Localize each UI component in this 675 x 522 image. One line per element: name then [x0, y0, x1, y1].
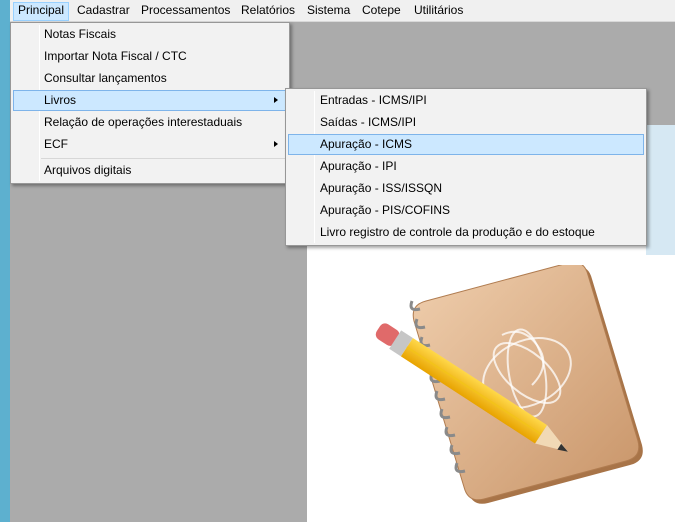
window-edge [0, 0, 10, 522]
menu-item-label: Livros [44, 93, 77, 107]
menu-principal[interactable]: Principal [13, 2, 70, 21]
menu-sistema[interactable]: Sistema [303, 2, 354, 21]
livros-submenu: Entradas - ICMS/IPI Saídas - ICMS/IPI Ap… [285, 88, 647, 246]
menu-item-label: Notas Fiscais [44, 27, 117, 41]
menu-item-label: Entradas - ICMS/IPI [320, 93, 427, 107]
menu-item-arquivos-digitais[interactable]: Arquivos digitais [13, 160, 287, 181]
menu-item-ecf[interactable]: ECF [13, 134, 287, 155]
submenu-item-apuracao-iss[interactable]: Apuração - ISS/ISSQN [288, 178, 644, 199]
submenu-item-entradas-icms-ipi[interactable]: Entradas - ICMS/IPI [288, 90, 644, 111]
menu-item-label: Relação de operações interestaduais [44, 115, 243, 129]
menu-relatorios[interactable]: Relatórios [237, 2, 299, 21]
decorative-band [646, 125, 675, 255]
principal-dropdown: Notas Fiscais Importar Nota Fiscal / CTC… [10, 22, 290, 184]
menu-item-livros[interactable]: Livros [13, 90, 287, 111]
menu-item-label: Consultar lançamentos [44, 71, 167, 85]
menu-item-consultar-lancamentos[interactable]: Consultar lançamentos [13, 68, 287, 89]
notebook-pencil-icon [375, 265, 643, 504]
menu-bar: Principal Cadastrar Processamentos Relat… [10, 0, 675, 22]
menu-item-label: Arquivos digitais [44, 163, 132, 177]
submenu-item-apuracao-ipi[interactable]: Apuração - IPI [288, 156, 644, 177]
menu-item-importar-nota-fiscal[interactable]: Importar Nota Fiscal / CTC [13, 46, 287, 67]
menu-cotepe[interactable]: Cotepe [358, 2, 405, 21]
menu-item-label: Saídas - ICMS/IPI [320, 115, 417, 129]
menu-item-label: Importar Nota Fiscal / CTC [44, 49, 187, 63]
menu-utilitarios[interactable]: Utilitários [410, 2, 467, 21]
menu-item-label: Apuração - PIS/COFINS [320, 203, 451, 217]
menu-separator [41, 158, 287, 159]
submenu-item-apuracao-pis-cofins[interactable]: Apuração - PIS/COFINS [288, 200, 644, 221]
menu-item-label: Livro registro de controle da produção e… [320, 225, 595, 239]
menu-cadastrar[interactable]: Cadastrar [73, 2, 134, 21]
submenu-item-saidas-icms-ipi[interactable]: Saídas - ICMS/IPI [288, 112, 644, 133]
chevron-right-icon [274, 97, 278, 103]
submenu-item-livro-registro-producao[interactable]: Livro registro de controle da produção e… [288, 222, 644, 243]
menu-item-label: ECF [44, 137, 68, 151]
menu-item-label: Apuração - ISS/ISSQN [320, 181, 443, 195]
menu-item-relacao-operacoes[interactable]: Relação de operações interestaduais [13, 112, 287, 133]
submenu-item-apuracao-icms[interactable]: Apuração - ICMS [288, 134, 644, 155]
menu-processamentos[interactable]: Processamentos [137, 2, 234, 21]
menu-item-notas-fiscais[interactable]: Notas Fiscais [13, 24, 287, 45]
menu-item-label: Apuração - ICMS [320, 137, 413, 151]
menu-item-label: Apuração - IPI [320, 159, 397, 173]
chevron-right-icon [274, 141, 278, 147]
